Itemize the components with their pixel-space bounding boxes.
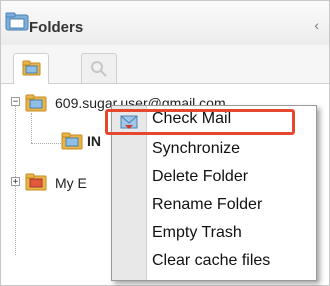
folders-panel: Folders ‹ − 609.sugar.user@gmail.com IN … [0, 0, 330, 286]
tab-search[interactable] [81, 53, 117, 83]
panel-title: Folders [29, 19, 84, 36]
panel-header: Folders ‹ [1, 1, 329, 46]
folders-icon [5, 12, 29, 31]
tree-guide-line [31, 113, 32, 143]
folder-icon [22, 60, 41, 76]
expand-toggle-root[interactable]: − [11, 97, 20, 107]
mail-folder-icon [25, 94, 47, 112]
highlight-box [105, 109, 295, 135]
expand-toggle-second[interactable]: + [11, 177, 20, 187]
inbox-folder-icon [61, 132, 83, 150]
menu-item-rename-folder[interactable]: Rename Folder [152, 196, 262, 214]
tab-folders[interactable] [13, 53, 49, 84]
menu-item-delete-folder[interactable]: Delete Folder [152, 168, 248, 186]
tree-item-inbox[interactable]: IN [87, 133, 101, 149]
menu-item-empty-trash[interactable]: Empty Trash [152, 224, 242, 242]
tree-guide-line [31, 143, 61, 144]
tree-item-second-account[interactable]: My E [55, 175, 87, 191]
mail-folder-icon [25, 173, 47, 191]
collapse-icon[interactable]: ‹ [314, 17, 319, 33]
menu-item-synchronize[interactable]: Synchronize [152, 140, 240, 158]
menu-item-clear-cache[interactable]: Clear cache files [152, 252, 270, 270]
tab-bar [1, 45, 329, 84]
search-icon [91, 61, 107, 77]
